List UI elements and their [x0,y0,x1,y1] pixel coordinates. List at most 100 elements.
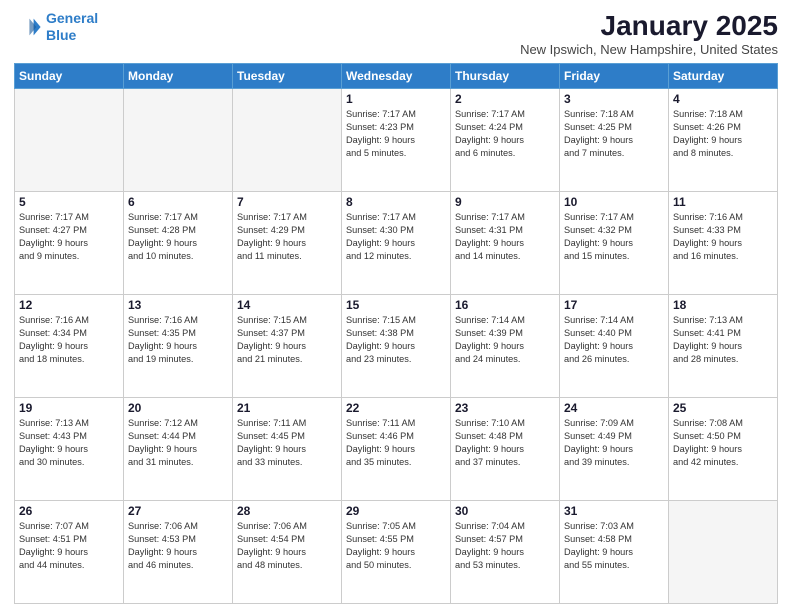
day-number: 19 [19,401,119,415]
calendar-cell: 31 Sunrise: 7:03 AMSunset: 4:58 PMDayligh… [560,501,669,604]
cell-content: Sunrise: 7:06 AMSunset: 4:54 PMDaylight:… [237,520,337,572]
calendar-cell: 21Sunrise: 7:11 AMSunset: 4:45 PMDayligh… [233,398,342,501]
day-number: 5 [19,195,119,209]
day-number: 11 [673,195,773,209]
calendar-cell: 25 Sunrise: 7:08 AMSunset: 4:50 PMDayligh… [669,398,778,501]
cell-content: Sunrise: 7:08 AMSunset: 4:50 PMDaylight:… [673,417,773,469]
calendar-cell: 29 Sunrise: 7:05 AMSunset: 4:55 PMDayligh… [342,501,451,604]
calendar-cell [15,89,124,192]
day-number: 8 [346,195,446,209]
day-number: 6 [128,195,228,209]
cell-content: Sunrise: 7:06 AMSunset: 4:53 PMDaylight:… [128,520,228,572]
day-number: 2 [455,92,555,106]
calendar-cell: 7Sunrise: 7:17 AMSunset: 4:29 PMDaylight… [233,192,342,295]
cell-content: Sunrise: 7:15 AMSunset: 4:37 PMDaylight:… [237,314,337,366]
calendar-cell: 11Sunrise: 7:16 AMSunset: 4:33 PMDayligh… [669,192,778,295]
calendar-table: SundayMondayTuesdayWednesdayThursdayFrid… [14,63,778,604]
day-number: 26 [19,504,119,518]
day-number: 15 [346,298,446,312]
cell-content: Sunrise: 7:17 AMSunset: 4:30 PMDaylight:… [346,211,446,263]
day-number: 31 [564,504,664,518]
cell-content: Sunrise: 7:07 AMSunset: 4:51 PMDaylight:… [19,520,119,572]
cell-content: Sunrise: 7:03 AMSunset: 4:58 PMDaylight:… [564,520,664,572]
cell-content: Sunrise: 7:15 AMSunset: 4:38 PMDaylight:… [346,314,446,366]
day-number: 24 [564,401,664,415]
calendar-cell: 18Sunrise: 7:13 AMSunset: 4:41 PMDayligh… [669,295,778,398]
calendar-cell: 5 Sunrise: 7:17 AMSunset: 4:27 PMDaylight… [15,192,124,295]
calendar-cell: 20Sunrise: 7:12 AMSunset: 4:44 PMDayligh… [124,398,233,501]
calendar-cell: 3Sunrise: 7:18 AMSunset: 4:25 PMDaylight… [560,89,669,192]
cell-content: Sunrise: 7:14 AMSunset: 4:40 PMDaylight:… [564,314,664,366]
calendar-cell [233,89,342,192]
calendar-cell: 4 Sunrise: 7:18 AMSunset: 4:26 PMDaylight… [669,89,778,192]
calendar-cell: 12 Sunrise: 7:16 AMSunset: 4:34 PMDayligh… [15,295,124,398]
cell-content: Sunrise: 7:16 AMSunset: 4:35 PMDaylight:… [128,314,228,366]
day-number: 21 [237,401,337,415]
calendar-cell: 27 Sunrise: 7:06 AMSunset: 4:53 PMDayligh… [124,501,233,604]
calendar-cell: 16 Sunrise: 7:14 AMSunset: 4:39 PMDayligh… [451,295,560,398]
page-header: General Blue January 2025 New Ipswich, N… [14,10,778,57]
day-number: 4 [673,92,773,106]
logo-text: General Blue [46,10,98,44]
cell-content: Sunrise: 7:05 AMSunset: 4:55 PMDaylight:… [346,520,446,572]
calendar-cell: 26 Sunrise: 7:07 AMSunset: 4:51 PMDayligh… [15,501,124,604]
cell-content: Sunrise: 7:16 AMSunset: 4:34 PMDaylight:… [19,314,119,366]
day-number: 17 [564,298,664,312]
cell-content: Sunrise: 7:17 AMSunset: 4:32 PMDaylight:… [564,211,664,263]
calendar-page: General Blue January 2025 New Ipswich, N… [0,0,792,612]
calendar-cell [124,89,233,192]
cell-content: Sunrise: 7:17 AMSunset: 4:24 PMDaylight:… [455,108,555,160]
calendar-cell: 9 Sunrise: 7:17 AMSunset: 4:31 PMDaylight… [451,192,560,295]
calendar-week-row: 5 Sunrise: 7:17 AMSunset: 4:27 PMDaylight… [15,192,778,295]
logo-line2: Blue [46,27,76,43]
cell-content: Sunrise: 7:17 AMSunset: 4:29 PMDaylight:… [237,211,337,263]
cell-content: Sunrise: 7:17 AMSunset: 4:31 PMDaylight:… [455,211,555,263]
day-number: 10 [564,195,664,209]
calendar-cell: 2 Sunrise: 7:17 AMSunset: 4:24 PMDaylight… [451,89,560,192]
day-number: 28 [237,504,337,518]
cell-content: Sunrise: 7:12 AMSunset: 4:44 PMDaylight:… [128,417,228,469]
day-header-tuesday: Tuesday [233,64,342,89]
calendar-week-row: 19 Sunrise: 7:13 AMSunset: 4:43 PMDayligh… [15,398,778,501]
cell-content: Sunrise: 7:04 AMSunset: 4:57 PMDaylight:… [455,520,555,572]
cell-content: Sunrise: 7:13 AMSunset: 4:43 PMDaylight:… [19,417,119,469]
day-number: 1 [346,92,446,106]
day-header-friday: Friday [560,64,669,89]
day-number: 30 [455,504,555,518]
cell-content: Sunrise: 7:18 AMSunset: 4:26 PMDaylight:… [673,108,773,160]
day-number: 14 [237,298,337,312]
day-header-thursday: Thursday [451,64,560,89]
day-number: 13 [128,298,228,312]
cell-content: Sunrise: 7:17 AMSunset: 4:27 PMDaylight:… [19,211,119,263]
day-number: 29 [346,504,446,518]
day-number: 12 [19,298,119,312]
cell-content: Sunrise: 7:17 AMSunset: 4:23 PMDaylight:… [346,108,446,160]
cell-content: Sunrise: 7:18 AMSunset: 4:25 PMDaylight:… [564,108,664,160]
calendar-cell: 13 Sunrise: 7:16 AMSunset: 4:35 PMDayligh… [124,295,233,398]
calendar-cell: 23 Sunrise: 7:10 AMSunset: 4:48 PMDayligh… [451,398,560,501]
day-number: 23 [455,401,555,415]
calendar-cell: 24 Sunrise: 7:09 AMSunset: 4:49 PMDayligh… [560,398,669,501]
day-number: 27 [128,504,228,518]
day-number: 22 [346,401,446,415]
cell-content: Sunrise: 7:09 AMSunset: 4:49 PMDaylight:… [564,417,664,469]
calendar-cell [669,501,778,604]
calendar-cell: 22Sunrise: 7:11 AMSunset: 4:46 PMDayligh… [342,398,451,501]
calendar-week-row: 26 Sunrise: 7:07 AMSunset: 4:51 PMDayligh… [15,501,778,604]
day-header-sunday: Sunday [15,64,124,89]
day-number: 25 [673,401,773,415]
calendar-cell: 28 Sunrise: 7:06 AMSunset: 4:54 PMDayligh… [233,501,342,604]
location: New Ipswich, New Hampshire, United State… [520,42,778,57]
day-number: 9 [455,195,555,209]
calendar-cell: 6Sunrise: 7:17 AMSunset: 4:28 PMDaylight… [124,192,233,295]
day-number: 16 [455,298,555,312]
calendar-week-row: 1 Sunrise: 7:17 AMSunset: 4:23 PMDaylight… [15,89,778,192]
calendar-cell: 15 Sunrise: 7:15 AMSunset: 4:38 PMDayligh… [342,295,451,398]
cell-content: Sunrise: 7:10 AMSunset: 4:48 PMDaylight:… [455,417,555,469]
calendar-cell: 8 Sunrise: 7:17 AMSunset: 4:30 PMDaylight… [342,192,451,295]
calendar-week-row: 12 Sunrise: 7:16 AMSunset: 4:34 PMDayligh… [15,295,778,398]
logo: General Blue [14,10,98,44]
cell-content: Sunrise: 7:13 AMSunset: 4:41 PMDaylight:… [673,314,773,366]
calendar-cell: 19 Sunrise: 7:13 AMSunset: 4:43 PMDayligh… [15,398,124,501]
cell-content: Sunrise: 7:14 AMSunset: 4:39 PMDaylight:… [455,314,555,366]
